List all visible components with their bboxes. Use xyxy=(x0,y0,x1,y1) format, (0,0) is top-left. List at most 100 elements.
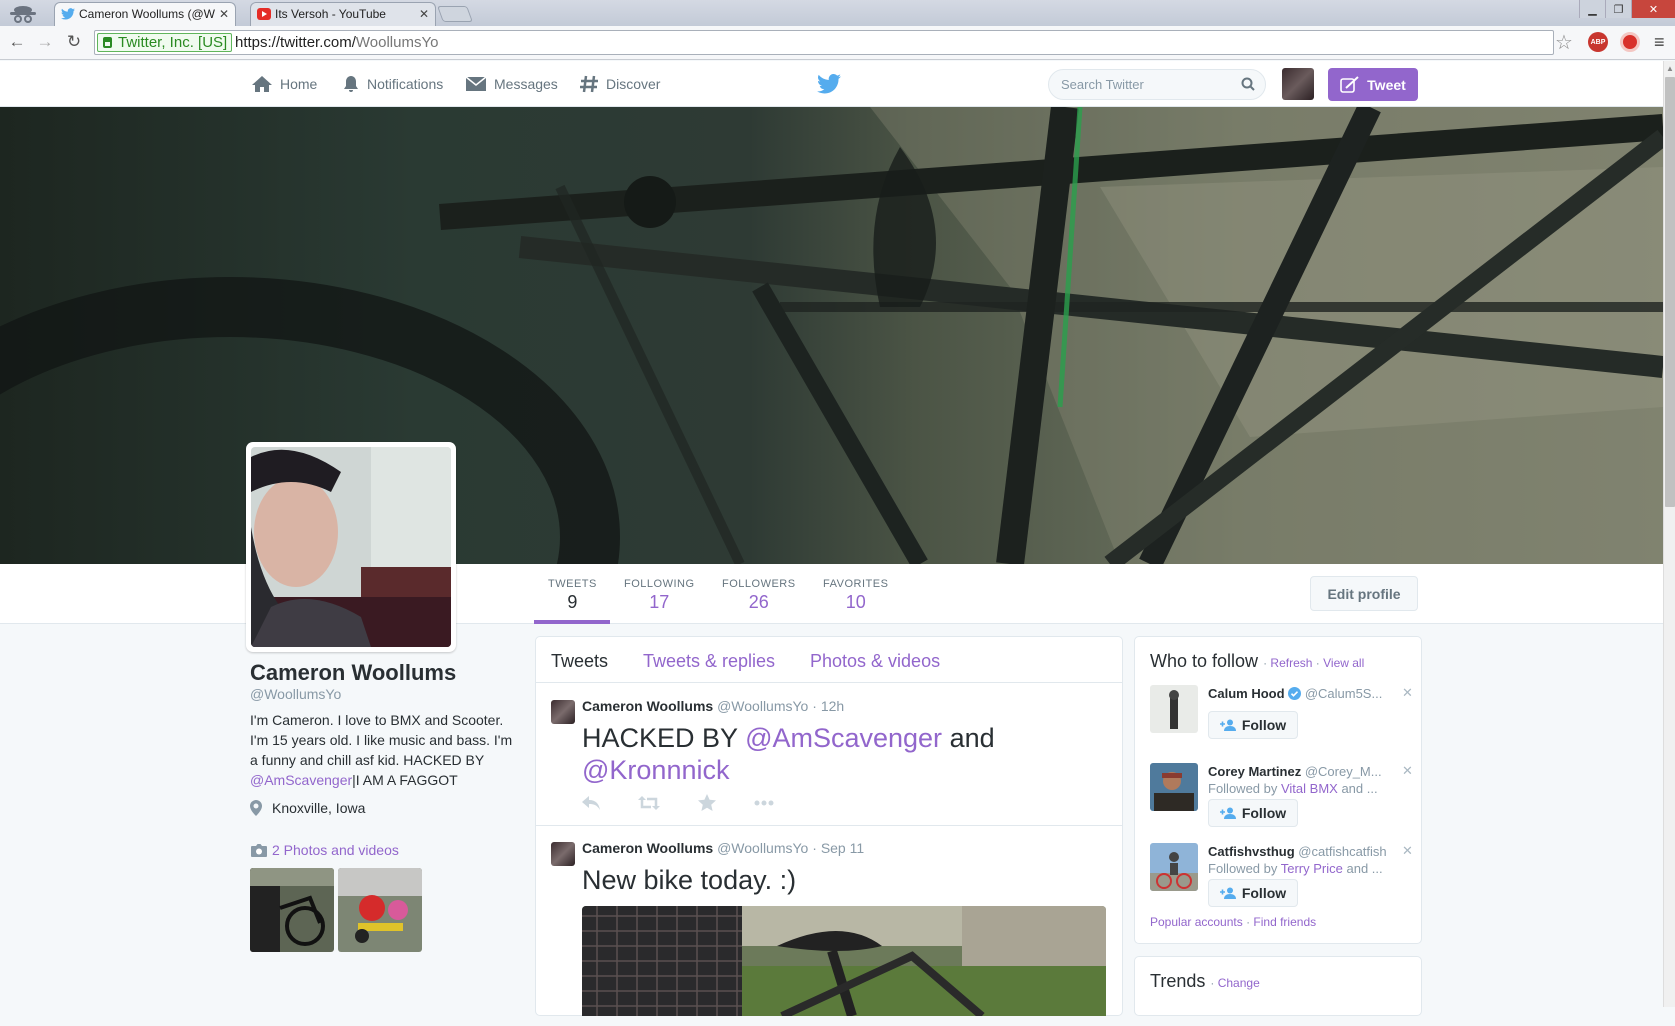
tweet-author-handle[interactable]: @WoollumsYo xyxy=(717,840,808,856)
trends-change-link[interactable]: Change xyxy=(1218,976,1260,990)
nav-home[interactable]: Home xyxy=(251,61,317,107)
twitter-bird-logo-icon[interactable] xyxy=(817,74,841,94)
follow-button[interactable]: Follow xyxy=(1208,799,1298,827)
edit-profile-button[interactable]: Edit profile xyxy=(1310,576,1418,611)
minimize-icon[interactable]: ▁ xyxy=(1579,0,1605,18)
stat-tweets[interactable]: TWEETS 9 xyxy=(548,578,597,613)
retweet-icon[interactable] xyxy=(638,795,660,810)
tweet-photo[interactable] xyxy=(582,906,1106,1016)
suggestion-avatar[interactable] xyxy=(1150,843,1198,891)
discover-hashtag-icon xyxy=(580,75,598,93)
edit-profile-label: Edit profile xyxy=(1327,585,1401,602)
chrome-menu-icon[interactable]: ≡ xyxy=(1654,32,1665,53)
browser-tab-youtube[interactable]: Its Versoh - YouTube ✕ xyxy=(250,2,436,26)
tweet-item[interactable]: Cameron Woollums @WoollumsYo · 12h HACKE… xyxy=(536,684,1122,826)
followed-by-prefix: Followed by xyxy=(1208,861,1281,876)
tab-photos-videos[interactable]: Photos & videos xyxy=(810,651,940,672)
follow-suggestion: Calum Hood @Calum5S... Follow ✕ xyxy=(1150,685,1413,759)
tweet-separator: · xyxy=(812,840,817,856)
suggestion-name[interactable]: Corey Martinez @Corey_M... xyxy=(1208,764,1398,779)
profile-handle[interactable]: @WoollumsYo xyxy=(250,686,341,702)
incognito-icon xyxy=(10,6,36,23)
scrollbar-thumb[interactable] xyxy=(1665,77,1675,507)
address-bar[interactable]: Twitter, Inc. [US] https://twitter.com/W… xyxy=(94,30,1554,55)
account-avatar-menu[interactable] xyxy=(1282,68,1314,100)
close-tab-icon[interactable]: ✕ xyxy=(219,3,229,25)
wtf-links: · Refresh · View all xyxy=(1263,656,1364,670)
more-options-icon[interactable] xyxy=(754,800,774,806)
stat-favorites[interactable]: FAVORITES 10 xyxy=(823,578,888,613)
bio-mention-link[interactable]: @AmScavenger xyxy=(250,772,352,788)
dismiss-suggestion-icon[interactable]: ✕ xyxy=(1402,763,1413,779)
favorite-star-icon[interactable] xyxy=(698,794,716,811)
new-tab-button[interactable] xyxy=(437,6,473,22)
browser-tab-twitter[interactable]: Cameron Woollums (@W ✕ xyxy=(54,2,236,26)
close-window-icon[interactable]: ✕ xyxy=(1631,0,1675,18)
compose-tweet-button[interactable]: Tweet xyxy=(1328,68,1418,101)
follow-label: Follow xyxy=(1241,717,1287,733)
restore-icon[interactable]: ❐ xyxy=(1605,0,1631,18)
tweet-author-name[interactable]: Cameron Woollums xyxy=(582,698,713,714)
photos-videos-link[interactable]: 2 Photos and videos xyxy=(250,842,399,858)
stat-following[interactable]: FOLLOWING 17 xyxy=(624,578,695,613)
bookmark-star-icon[interactable]: ☆ xyxy=(1555,30,1573,55)
search-icon[interactable] xyxy=(1241,77,1255,91)
follow-suggestion: Catfishvsthug @catfishcatfish Followed b… xyxy=(1150,843,1413,917)
nav-home-label: Home xyxy=(280,76,318,92)
dismiss-suggestion-icon[interactable]: ✕ xyxy=(1402,685,1413,701)
tweet-text: HACKED BY @AmScavenger and @Kronnnick xyxy=(582,722,1102,786)
nav-discover[interactable]: Discover xyxy=(579,61,660,107)
wtf-separator: · xyxy=(1263,656,1268,670)
nav-discover-label: Discover xyxy=(606,76,661,92)
followed-by-link[interactable]: Vital BMX xyxy=(1281,781,1338,796)
tweet-avatar[interactable] xyxy=(551,700,575,724)
tweet-author-name[interactable]: Cameron Woollums xyxy=(582,840,713,856)
profile-avatar[interactable] xyxy=(246,442,456,652)
timeline-tabs: Tweets Tweets & replies Photos & videos xyxy=(536,637,1122,683)
ev-certificate-badge[interactable]: Twitter, Inc. [US] xyxy=(97,33,233,52)
follow-button[interactable]: Follow xyxy=(1208,711,1298,739)
browser-tab-strip: Cameron Woollums (@W ✕ Its Versoh - YouT… xyxy=(0,0,1675,26)
suggestion-avatar[interactable] xyxy=(1150,763,1198,811)
reply-icon[interactable] xyxy=(582,795,600,810)
tweet-timestamp[interactable]: Sep 11 xyxy=(821,840,864,856)
refresh-link[interactable]: Refresh xyxy=(1270,656,1312,670)
popular-accounts-link[interactable]: Popular accounts xyxy=(1150,915,1243,929)
suggestion-avatar[interactable] xyxy=(1150,685,1198,733)
tab-tweets[interactable]: Tweets xyxy=(551,651,608,672)
tweet-item[interactable]: Cameron Woollums @WoollumsYo · Sep 11 Ne… xyxy=(536,826,1122,1026)
photo-thumbnail[interactable] xyxy=(250,868,334,952)
profile-bio: I'm Cameron. I love to BMX and Scooter. … xyxy=(250,710,520,790)
scroll-up-icon[interactable]: ▲ xyxy=(1666,64,1674,73)
tweet-avatar[interactable] xyxy=(551,842,575,866)
compose-quill-icon xyxy=(1340,75,1359,93)
camera-icon xyxy=(251,843,267,857)
reload-icon[interactable]: ↻ xyxy=(63,31,85,53)
tab-tweets-replies[interactable]: Tweets & replies xyxy=(643,651,775,672)
view-all-link[interactable]: View all xyxy=(1323,656,1364,670)
tab-title: Cameron Woollums (@W xyxy=(79,7,215,21)
back-icon[interactable]: ← xyxy=(6,31,28,53)
tweet-author-handle[interactable]: @WoollumsYo xyxy=(717,698,808,714)
adblock-plus-icon[interactable]: ABP xyxy=(1588,32,1608,52)
vertical-scrollbar[interactable]: ▲ xyxy=(1663,61,1675,1007)
tweet-text-part: and xyxy=(942,723,995,753)
nav-notifications[interactable]: Notifications xyxy=(342,61,443,107)
suggestion-name[interactable]: Catfishvsthug @catfishcatfish xyxy=(1208,844,1398,859)
extension-icon[interactable] xyxy=(1620,32,1640,52)
forward-icon[interactable]: → xyxy=(34,31,56,53)
nav-messages[interactable]: Messages xyxy=(465,61,558,107)
stat-followers[interactable]: FOLLOWERS 26 xyxy=(722,578,796,613)
close-tab-icon[interactable]: ✕ xyxy=(419,3,429,25)
tweet-mention-link[interactable]: @AmScavenger xyxy=(745,723,942,753)
search-input[interactable]: Search Twitter xyxy=(1048,69,1266,100)
tweet-timestamp[interactable]: 12h xyxy=(821,698,844,714)
followed-by-link[interactable]: Terry Price xyxy=(1281,861,1343,876)
dismiss-suggestion-icon[interactable]: ✕ xyxy=(1402,843,1413,859)
find-friends-link[interactable]: Find friends xyxy=(1253,915,1316,929)
photo-thumbnail[interactable] xyxy=(338,868,422,952)
url-path: WoollumsYo xyxy=(355,34,439,51)
follow-button[interactable]: Follow xyxy=(1208,879,1298,907)
tweet-mention-link[interactable]: @Kronnnick xyxy=(582,755,729,785)
suggestion-name[interactable]: Calum Hood @Calum5S... xyxy=(1208,686,1398,701)
